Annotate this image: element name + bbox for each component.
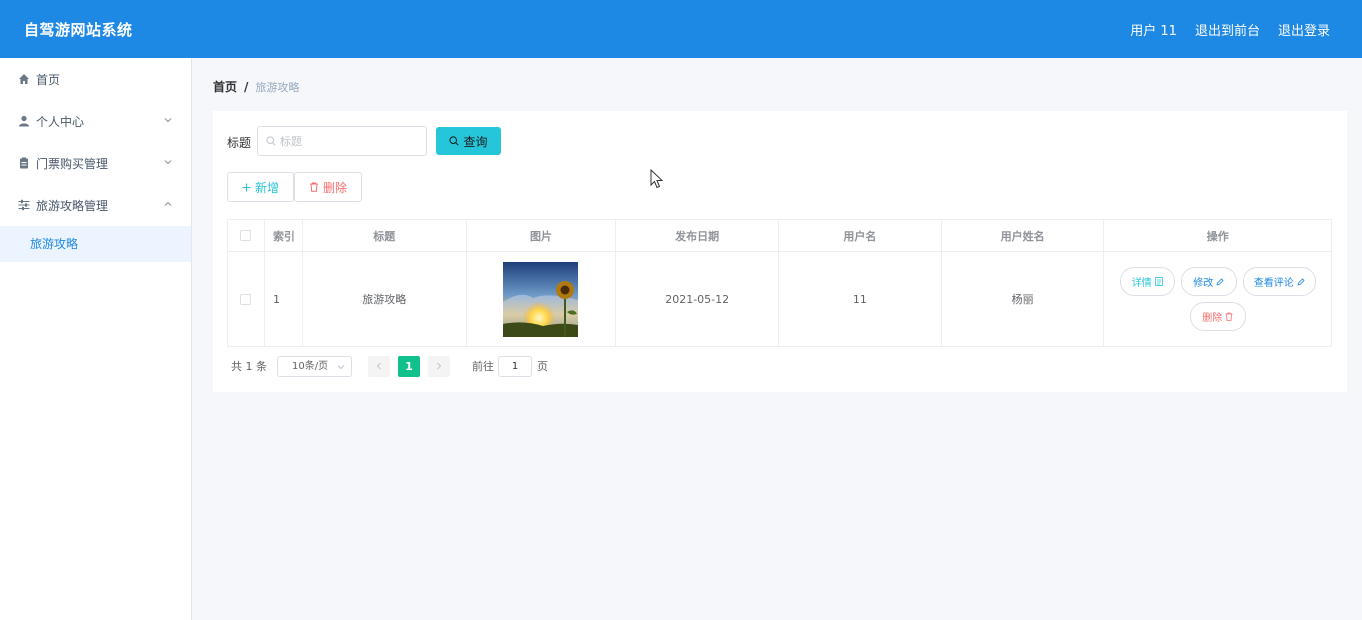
page-size-value: 10条/页: [292, 360, 329, 372]
chevron-down-icon: [164, 118, 172, 123]
logout-link[interactable]: 退出登录: [1278, 20, 1330, 39]
document-icon: [1154, 277, 1163, 286]
detail-button-label: 详情: [1131, 278, 1152, 289]
row-date: 2021-05-12: [616, 252, 780, 346]
column-header: 标题: [303, 220, 467, 251]
breadcrumb-separator: /: [244, 79, 249, 94]
sidebar-item-label: 个人中心: [36, 114, 85, 129]
select-all-cell: [228, 220, 265, 251]
search-label: 标题: [227, 136, 252, 150]
back-to-front-link[interactable]: 退出到前台: [1195, 20, 1260, 39]
view-comments-button[interactable]: 查看评论: [1242, 267, 1316, 296]
row-select-cell: [228, 252, 265, 346]
sidebar-item-personal-center[interactable]: 个人中心: [0, 100, 191, 142]
goto-label: 前往: [472, 360, 494, 373]
clipboard-icon: [18, 157, 30, 169]
mouse-cursor-icon: [650, 169, 664, 189]
chevron-right-icon: [437, 362, 442, 370]
content-panel: 标题 查询 新增 删除 索引 标题 图片 发布日期 用户名 用户姓名: [213, 111, 1347, 392]
column-header: 用户名: [779, 220, 942, 251]
search-icon: [449, 136, 460, 146]
add-button[interactable]: 新增: [227, 172, 294, 202]
table-row: 1 旅游攻略 2021-05-12 11 杨丽 详情 修改 查看评论 删除: [228, 252, 1331, 346]
row-index: 1: [265, 252, 303, 346]
page-size-select[interactable]: 10条/页: [277, 355, 352, 377]
sidebar-item-label: 门票购买管理: [36, 156, 109, 171]
row-delete-button-label: 删除: [1202, 313, 1223, 324]
row-title: 旅游攻略: [303, 252, 467, 346]
query-button-label: 查询: [463, 134, 488, 149]
delete-button-label: 删除: [322, 180, 347, 195]
view-comments-button-label: 查看评论: [1253, 278, 1294, 289]
row-username: 11: [779, 252, 942, 346]
sidebar-subitem-travel-guide[interactable]: 旅游攻略: [0, 226, 191, 262]
row-actions-cell: 详情 修改 查看评论 删除: [1104, 252, 1331, 346]
user-name-link[interactable]: 用户 11: [1130, 20, 1177, 39]
sunflower-sunset-thumbnail[interactable]: [503, 261, 579, 337]
main-content: 首页 / 旅游攻略 标题 查询 新增 删除 索引 标题 图片 发布: [193, 58, 1362, 620]
row-actions: 详情 修改 查看评论 删除: [1113, 267, 1323, 331]
sidebar: 首页 个人中心 门票购买管理 旅游攻略管理 旅游攻略: [0, 58, 192, 620]
data-table: 索引 标题 图片 发布日期 用户名 用户姓名 操作 1 旅游攻略 2021-05…: [227, 219, 1332, 347]
sidebar-item-label: 旅游攻略管理: [36, 198, 109, 213]
trash-icon: [309, 182, 318, 192]
edit-icon: [1216, 277, 1224, 286]
app-title: 自驾游网站系统: [24, 21, 133, 39]
breadcrumb: 首页 / 旅游攻略: [213, 78, 299, 95]
chevron-up-icon: [164, 201, 172, 206]
column-header: 发布日期: [616, 220, 780, 251]
plus-icon: [242, 183, 251, 191]
row-delete-button[interactable]: 删除: [1189, 302, 1246, 331]
add-button-label: 新增: [254, 180, 279, 195]
search-input[interactable]: [280, 127, 420, 155]
prev-page-button[interactable]: [368, 355, 390, 377]
sidebar-item-travel-guide-management[interactable]: 旅游攻略管理: [0, 184, 191, 226]
header-actions: 用户 11 退出到前台 退出登录: [1130, 20, 1330, 39]
row-name: 杨丽: [942, 252, 1105, 346]
chevron-down-icon: [164, 160, 172, 165]
column-header: 操作: [1206, 229, 1229, 243]
pagination: 共 1 条 10条/页 1 前往 1 页: [231, 355, 548, 377]
page-suffix: 页: [537, 360, 548, 373]
sidebar-item-ticket-management[interactable]: 门票购买管理: [0, 142, 191, 184]
sidebar-item-label: 首页: [36, 72, 61, 87]
page-number-current[interactable]: 1: [398, 355, 420, 377]
column-header: 索引: [265, 220, 303, 251]
chevron-left-icon: [376, 362, 381, 370]
table-header: 索引 标题 图片 发布日期 用户名 用户姓名 操作: [228, 220, 1331, 252]
search-icon: [266, 136, 276, 146]
row-checkbox[interactable]: [240, 293, 252, 305]
goto-page-input[interactable]: 1: [498, 355, 532, 377]
detail-button[interactable]: 详情: [1119, 267, 1175, 296]
select-all-checkbox[interactable]: [240, 230, 252, 241]
edit-button[interactable]: 修改: [1180, 267, 1237, 296]
trash-icon: [1225, 312, 1233, 321]
next-page-button[interactable]: [428, 355, 450, 377]
column-header: 用户姓名: [942, 220, 1105, 251]
query-button[interactable]: 查询: [436, 127, 501, 155]
pagination-total: 共 1 条: [231, 360, 267, 373]
chevron-down-icon: [337, 364, 345, 369]
edit-button-label: 修改: [1193, 278, 1214, 289]
sidebar-item-home[interactable]: 首页: [0, 58, 191, 100]
edit-icon: [1297, 277, 1305, 286]
column-header: 图片: [467, 220, 617, 251]
top-header: 自驾游网站系统 用户 11 退出到前台 退出登录: [0, 0, 1362, 58]
search-field[interactable]: [257, 126, 427, 156]
home-icon: [18, 73, 30, 85]
breadcrumb-current: 旅游攻略: [255, 80, 300, 94]
user-icon: [18, 115, 30, 127]
row-image-cell: [467, 252, 617, 346]
delete-button[interactable]: 删除: [294, 172, 362, 202]
sliders-icon: [18, 199, 30, 211]
breadcrumb-home[interactable]: 首页: [213, 78, 237, 95]
